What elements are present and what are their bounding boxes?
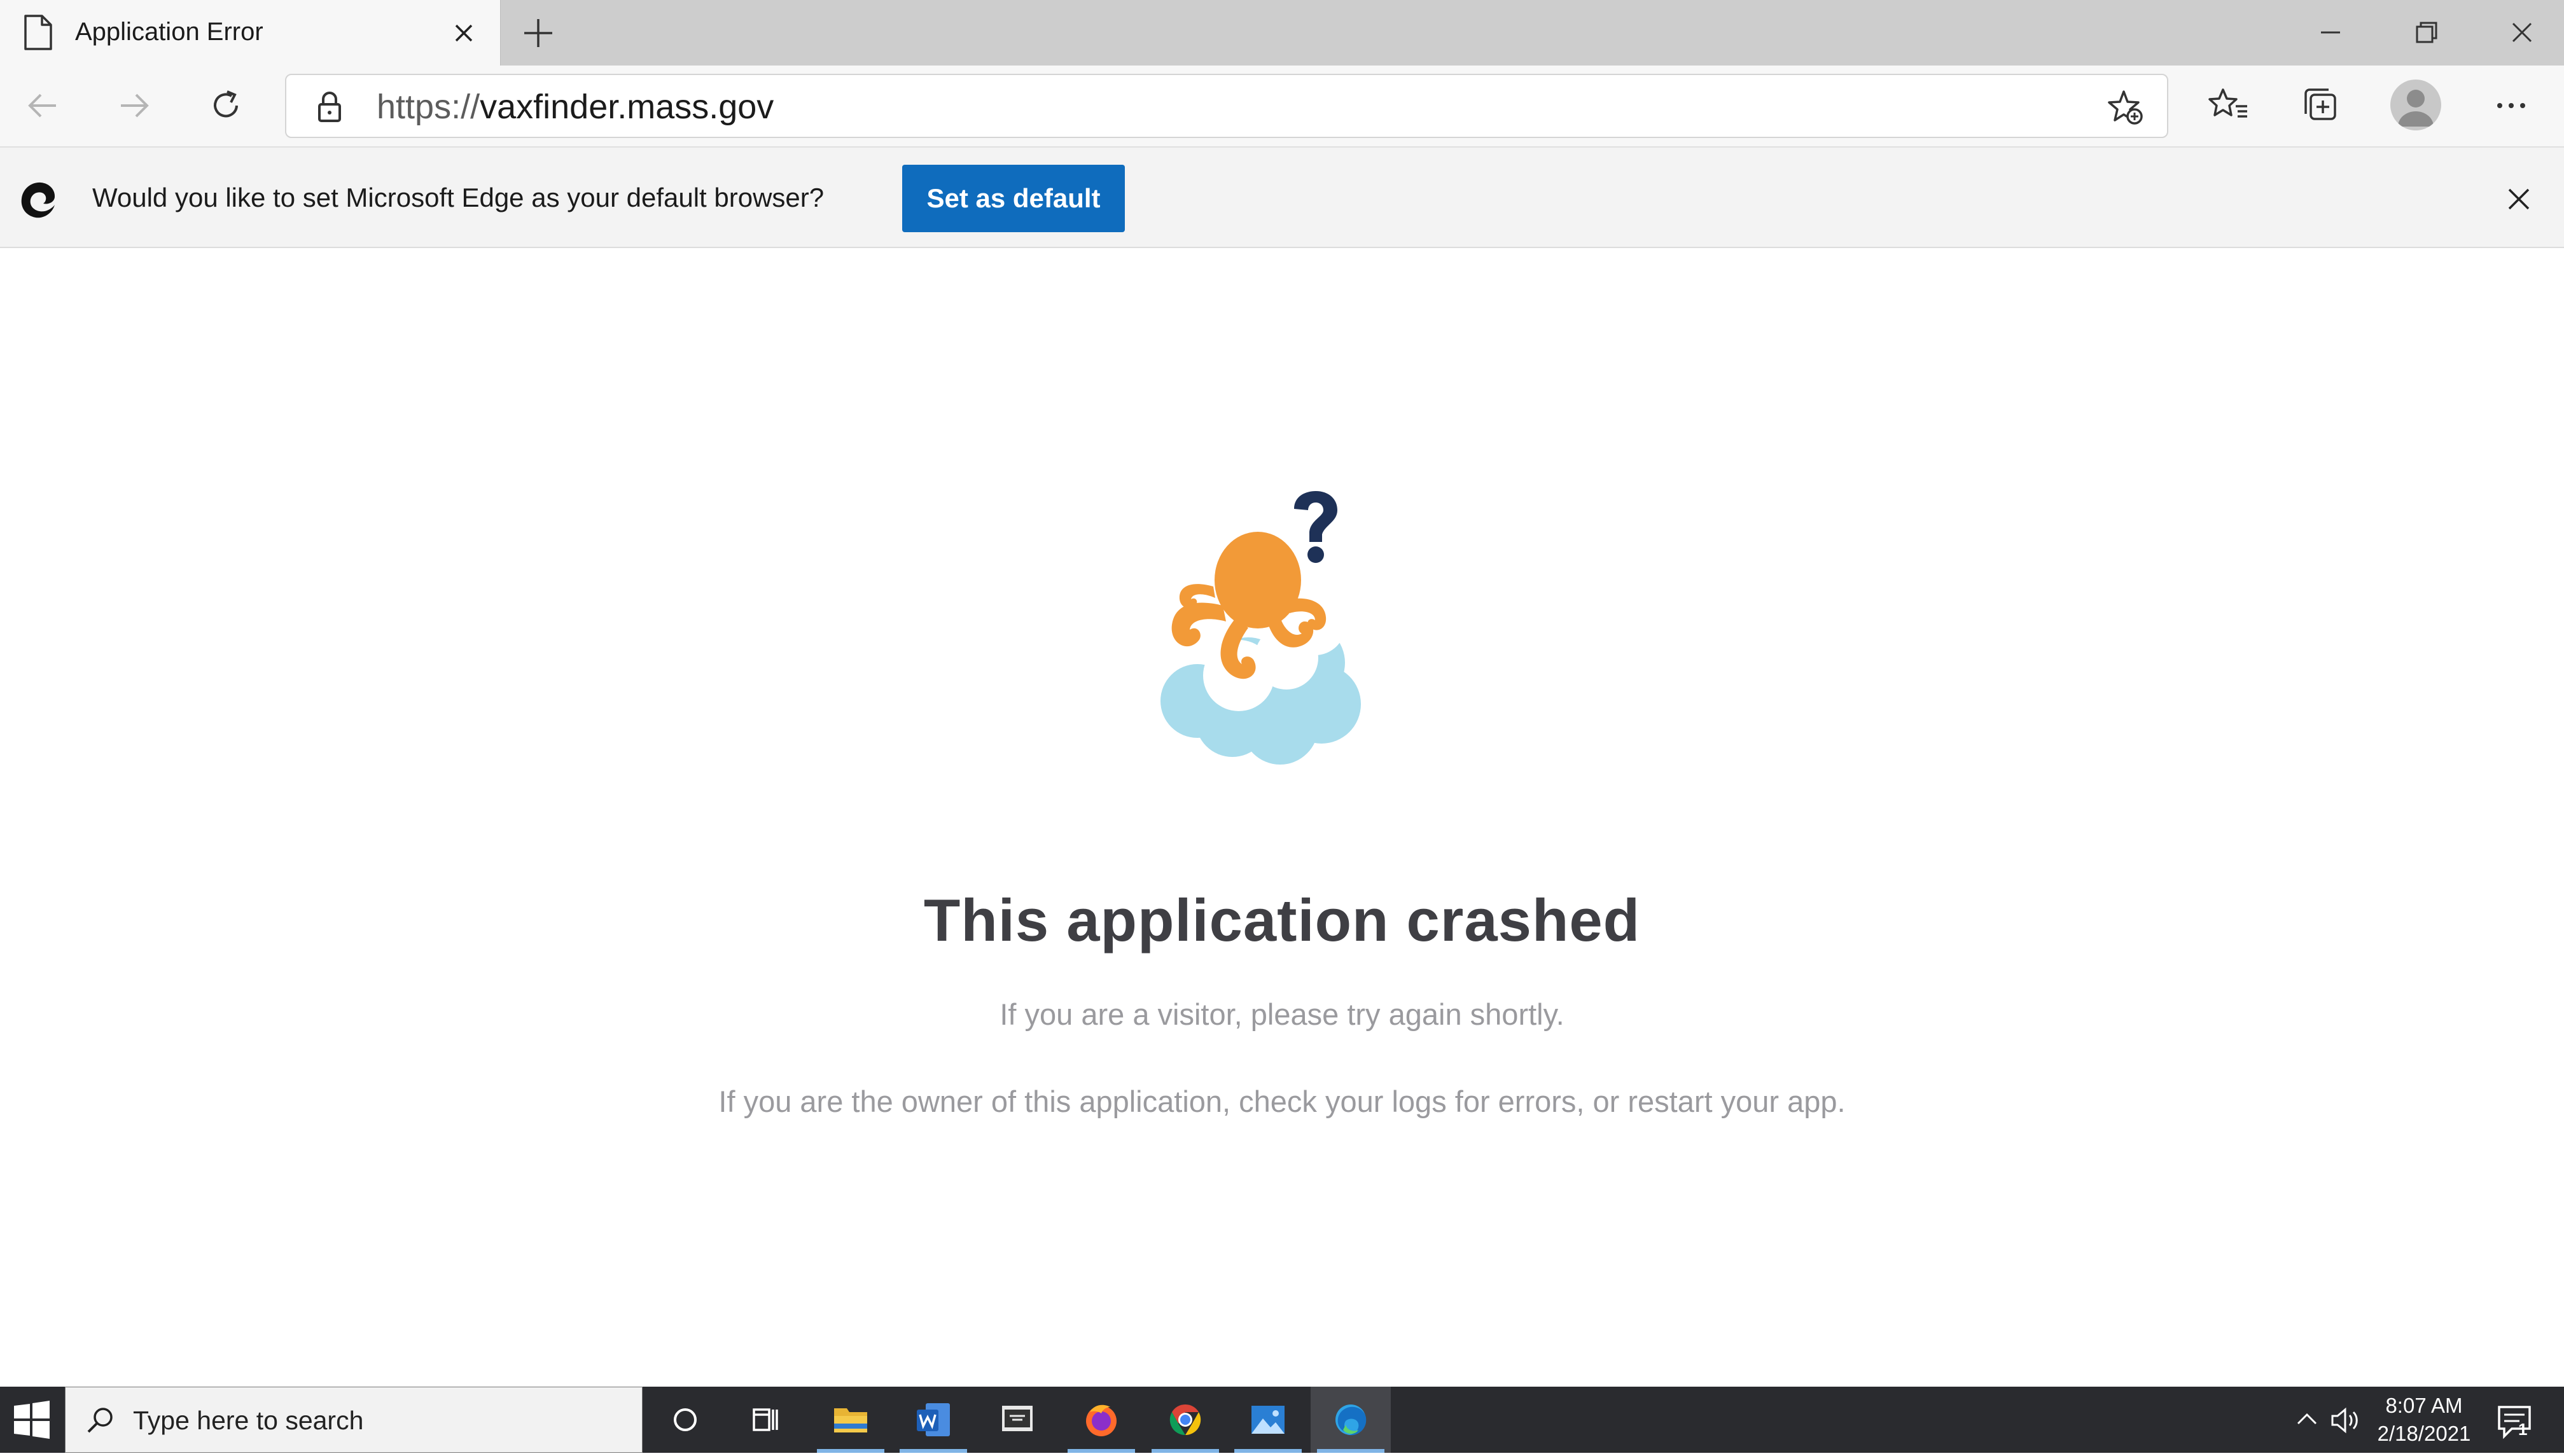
tab-title: Application Error: [75, 18, 263, 46]
search-icon: [87, 1408, 113, 1433]
page-content: This application crashed If you are a vi…: [0, 249, 2564, 1387]
search-placeholder: Type here to search: [133, 1406, 364, 1435]
running-indicator: [1234, 1449, 1302, 1453]
page-icon: [24, 15, 52, 50]
file-explorer-button[interactable]: [811, 1387, 891, 1453]
volume-icon[interactable]: [2329, 1403, 2363, 1438]
edge-taskbar-button[interactable]: [1311, 1387, 1391, 1453]
clock-time: 8:07 AM: [2385, 1394, 2463, 1417]
address-bar[interactable]: https://vaxfinder.mass.gov: [285, 74, 2168, 138]
task-view-icon: [753, 1408, 778, 1431]
url-scheme: https://: [377, 88, 480, 126]
notification-badge: 1: [2518, 1420, 2528, 1439]
running-indicator: [900, 1449, 967, 1453]
tab-strip: Application Error: [0, 0, 2564, 66]
browser-toolbar: https://vaxfinder.mass.gov: [0, 66, 2564, 146]
windows-logo-icon: [14, 1401, 50, 1439]
monitor-icon: [1002, 1406, 1033, 1431]
lock-icon[interactable]: [314, 89, 345, 125]
running-indicator: [1152, 1449, 1219, 1453]
taskbar-search-box[interactable]: Type here to search: [65, 1387, 643, 1453]
clock-date: 2/18/2021: [2377, 1422, 2471, 1445]
confused-octopus-illustration: [1153, 491, 1361, 765]
page-title: This application crashed: [923, 887, 1641, 953]
firefox-icon: [1086, 1404, 1117, 1436]
word-icon: [917, 1403, 950, 1436]
photos-icon: [1251, 1406, 1285, 1434]
restore-icon[interactable]: [2408, 14, 2445, 51]
profile-avatar[interactable]: [2390, 80, 2441, 130]
close-tab-icon[interactable]: [450, 19, 478, 47]
network-app-button[interactable]: [977, 1387, 1057, 1453]
close-infobar-icon[interactable]: [2503, 183, 2535, 215]
running-indicator: [1317, 1449, 1384, 1453]
edge-logo-icon: [21, 182, 55, 218]
url-host: vaxfinder.mass.gov: [480, 88, 774, 126]
chrome-button[interactable]: [1145, 1387, 1225, 1453]
close-window-icon[interactable]: [2504, 14, 2540, 51]
firefox-button[interactable]: [1061, 1387, 1141, 1453]
add-favorite-icon[interactable]: [2106, 88, 2145, 127]
back-icon[interactable]: [23, 86, 62, 125]
forward-icon[interactable]: [115, 86, 154, 125]
edge-icon: [1335, 1404, 1367, 1436]
person-icon: [2398, 90, 2434, 127]
windows-taskbar: Type here to search 8:07 AM 2/18/2021 1: [0, 1387, 2564, 1453]
folder-icon: [834, 1408, 867, 1432]
minimize-icon[interactable]: [2312, 14, 2349, 51]
show-hidden-icons-icon[interactable]: [2293, 1406, 2321, 1434]
more-options-icon[interactable]: [2490, 85, 2532, 127]
start-button[interactable]: [0, 1387, 64, 1453]
url-field[interactable]: https://vaxfinder.mass.gov: [377, 88, 774, 126]
refresh-icon[interactable]: [206, 86, 246, 125]
cortana-button[interactable]: [645, 1387, 725, 1453]
photos-button[interactable]: [1228, 1387, 1308, 1453]
running-indicator: [1068, 1449, 1135, 1453]
favorites-icon[interactable]: [2208, 85, 2250, 127]
task-view-button[interactable]: [725, 1387, 805, 1453]
set-as-default-button[interactable]: Set as default: [902, 165, 1125, 232]
cortana-icon: [674, 1408, 697, 1431]
action-center-icon[interactable]: [2494, 1401, 2535, 1441]
new-tab-icon[interactable]: [520, 15, 556, 51]
owner-message: If you are the owner of this application…: [718, 1085, 1846, 1118]
infobar-message: Would you like to set Microsoft Edge as …: [92, 183, 825, 212]
collections-icon[interactable]: [2299, 85, 2341, 127]
tab-application-error[interactable]: Application Error: [0, 0, 501, 66]
visitor-message: If you are a visitor, please try again s…: [1000, 997, 1564, 1031]
word-button[interactable]: [893, 1387, 973, 1453]
default-browser-infobar: Would you like to set Microsoft Edge as …: [0, 146, 2564, 248]
running-indicator: [817, 1449, 884, 1453]
system-clock[interactable]: 8:07 AM 2/18/2021: [2367, 1392, 2481, 1448]
chrome-icon: [1169, 1404, 1201, 1436]
